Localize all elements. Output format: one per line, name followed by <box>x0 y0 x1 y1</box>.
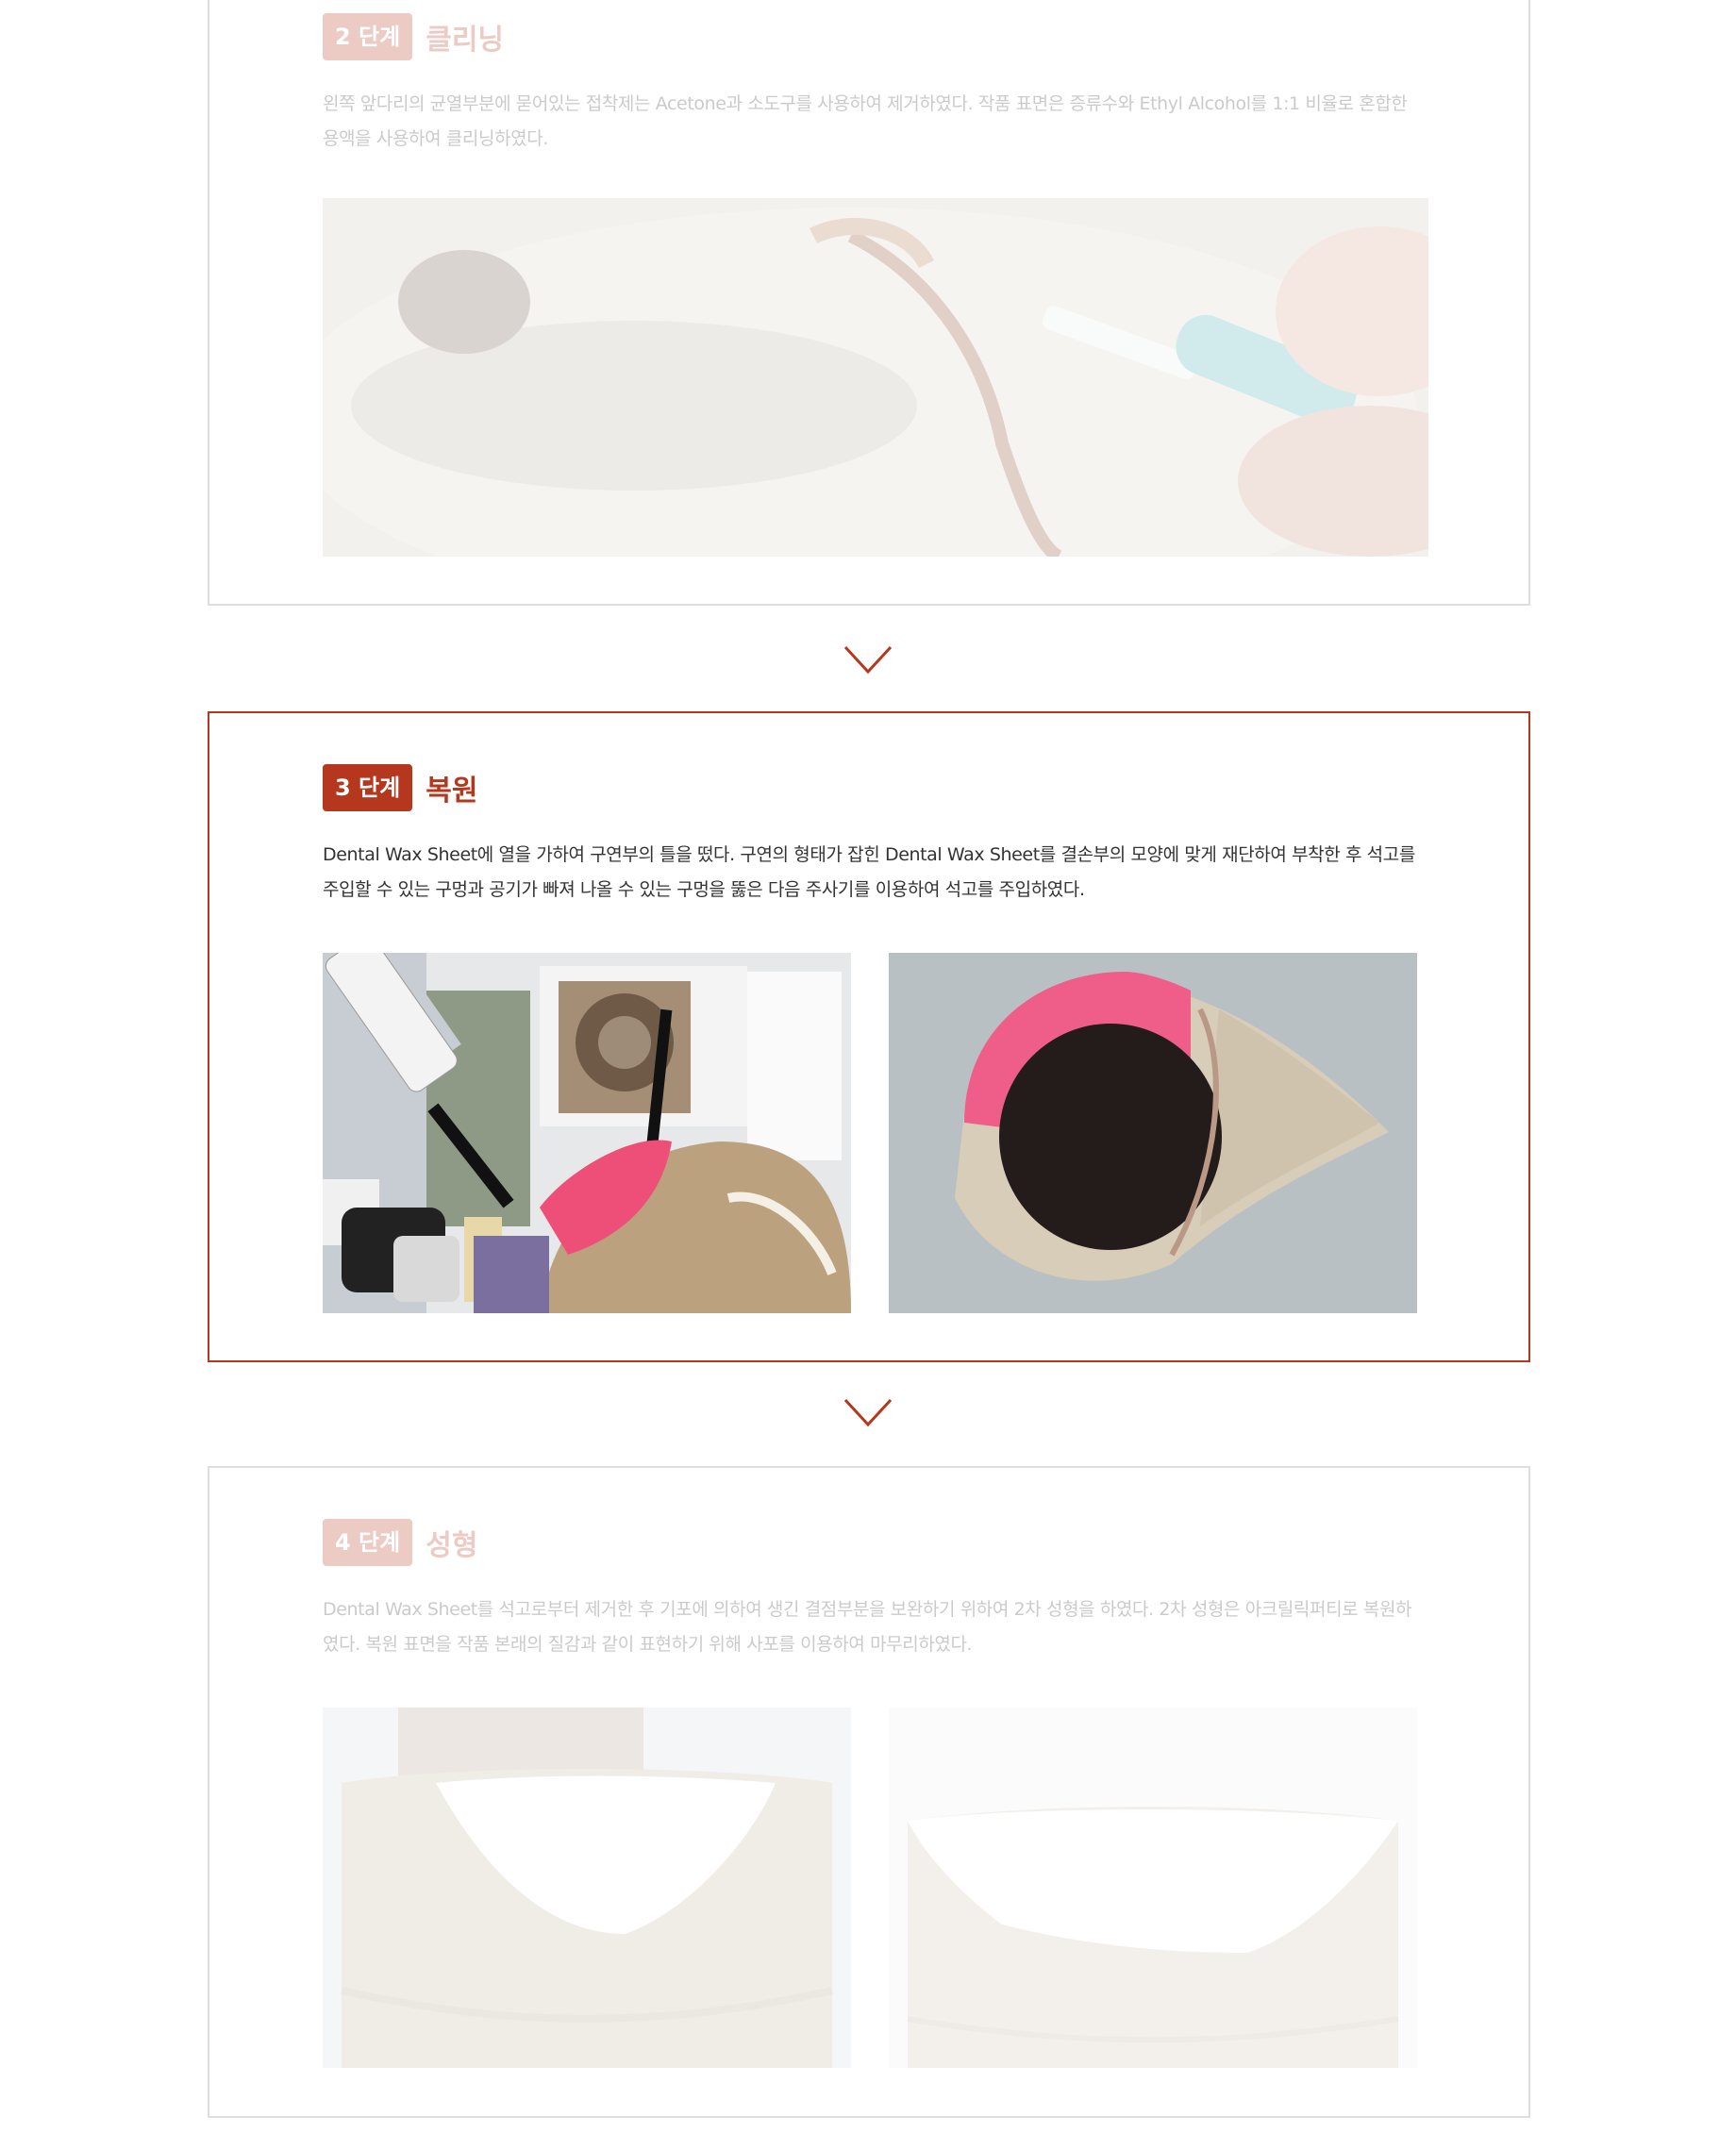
forming-photo-right <box>889 1708 1417 2068</box>
cleaning-photo <box>323 198 1428 557</box>
restoration-photo-syringe <box>323 953 851 1313</box>
chevron-down-icon-graphic <box>843 1398 893 1427</box>
step-3-card: 3 단계 복원 Dental Wax Sheet에 열을 가하여 구연부의 틀을… <box>208 711 1530 1362</box>
step-badge: 4 단계 <box>323 1519 413 1566</box>
forming-photo-right-graphic <box>889 1708 1417 2068</box>
chevron-down-icon-graphic <box>843 645 893 675</box>
forming-photo-left <box>323 1708 851 2068</box>
restoration-photo-wax-sheet <box>889 953 1417 1313</box>
cleaning-photo-graphic <box>323 198 1428 557</box>
restoration-photo-wax-sheet-graphic <box>889 953 1417 1313</box>
chevron-down-icon <box>843 1398 893 1428</box>
restoration-photo-syringe-graphic <box>323 953 851 1313</box>
step-description: Dental Wax Sheet에 열을 가하여 구연부의 틀을 떴다. 구연의… <box>323 844 1415 900</box>
step-badge: 3 단계 <box>323 764 413 811</box>
step-2-header: 2 단계 클리닝 <box>323 13 504 60</box>
step-description: 왼쪽 앞다리의 균열부분에 묻어있는 접착제는 Acetone과 소도구를 사용… <box>323 93 1408 149</box>
chevron-down-icon <box>843 645 893 675</box>
step-4-header: 4 단계 성형 <box>323 1519 477 1566</box>
step-title: 복원 <box>426 775 478 808</box>
step-3-header: 3 단계 복원 <box>323 764 477 811</box>
step-2-card: 2 단계 클리닝 왼쪽 앞다리의 균열부분에 묻어있는 접착제는 Acetone… <box>208 0 1530 606</box>
step-badge: 2 단계 <box>323 13 413 60</box>
step-4-card: 4 단계 성형 Dental Wax Sheet를 석고로부터 제거한 후 기포… <box>208 1466 1530 2118</box>
forming-photo-left-graphic <box>323 1708 851 2068</box>
step-description: Dental Wax Sheet를 석고로부터 제거한 후 기포에 의하여 생긴… <box>323 1599 1412 1655</box>
step-title: 클리닝 <box>426 24 505 57</box>
step-title: 성형 <box>426 1529 478 1562</box>
